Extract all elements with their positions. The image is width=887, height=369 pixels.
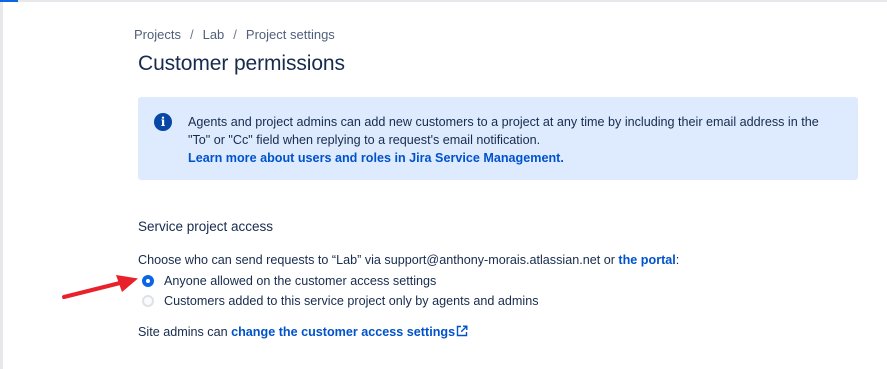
portal-link[interactable]: the portal [618, 253, 675, 267]
breadcrumb-separator: / [233, 27, 237, 42]
breadcrumb-projects[interactable]: Projects [134, 27, 181, 42]
change-customer-access-settings-link[interactable]: change the customer access settings [231, 325, 468, 339]
info-panel-message: Agents and project admins can add new cu… [188, 115, 819, 147]
site-admins-prefix: Site admins can [138, 325, 232, 339]
change-customer-access-settings-label: change the customer access settings [231, 325, 456, 339]
radio-option-label: Customers added to this service project … [164, 294, 539, 308]
site-admins-note: Site admins can change the customer acce… [138, 325, 468, 339]
breadcrumb-project-settings[interactable]: Project settings [246, 27, 335, 42]
page-title: Customer permissions [138, 52, 345, 75]
external-link-icon [456, 325, 468, 337]
customer-permissions-page: Projects / Lab / Project settings Custom… [0, 0, 887, 369]
radio-button-unselected[interactable] [142, 295, 154, 307]
info-panel-text-block: Agents and project admins can add new cu… [188, 113, 838, 167]
learn-more-link[interactable]: Learn more about users and roles in Jira… [188, 151, 564, 165]
info-panel: i Agents and project admins can add new … [138, 97, 858, 180]
top-accent-bar [0, 0, 18, 2]
breadcrumb-separator: / [189, 27, 194, 42]
breadcrumb-lab[interactable]: Lab [203, 27, 225, 42]
breadcrumb: Projects / Lab / Project settings [134, 27, 335, 42]
section-heading-service-project-access: Service project access [138, 219, 274, 234]
top-divider [18, 0, 887, 2]
access-description-text: Choose who can send requests to “Lab” vi… [138, 253, 619, 267]
access-description: Choose who can send requests to “Lab” vi… [138, 253, 679, 267]
left-sidebar-edge [0, 0, 3, 369]
info-icon: i [154, 113, 172, 131]
access-description-suffix: : [675, 253, 680, 267]
radio-option-label: Anyone allowed on the customer access se… [164, 274, 437, 288]
red-arrow-icon [62, 275, 138, 299]
radio-option-customers-added-only[interactable]: Customers added to this service project … [142, 294, 539, 308]
radio-button-selected[interactable] [142, 275, 154, 287]
radio-option-anyone-allowed[interactable]: Anyone allowed on the customer access se… [142, 274, 436, 288]
